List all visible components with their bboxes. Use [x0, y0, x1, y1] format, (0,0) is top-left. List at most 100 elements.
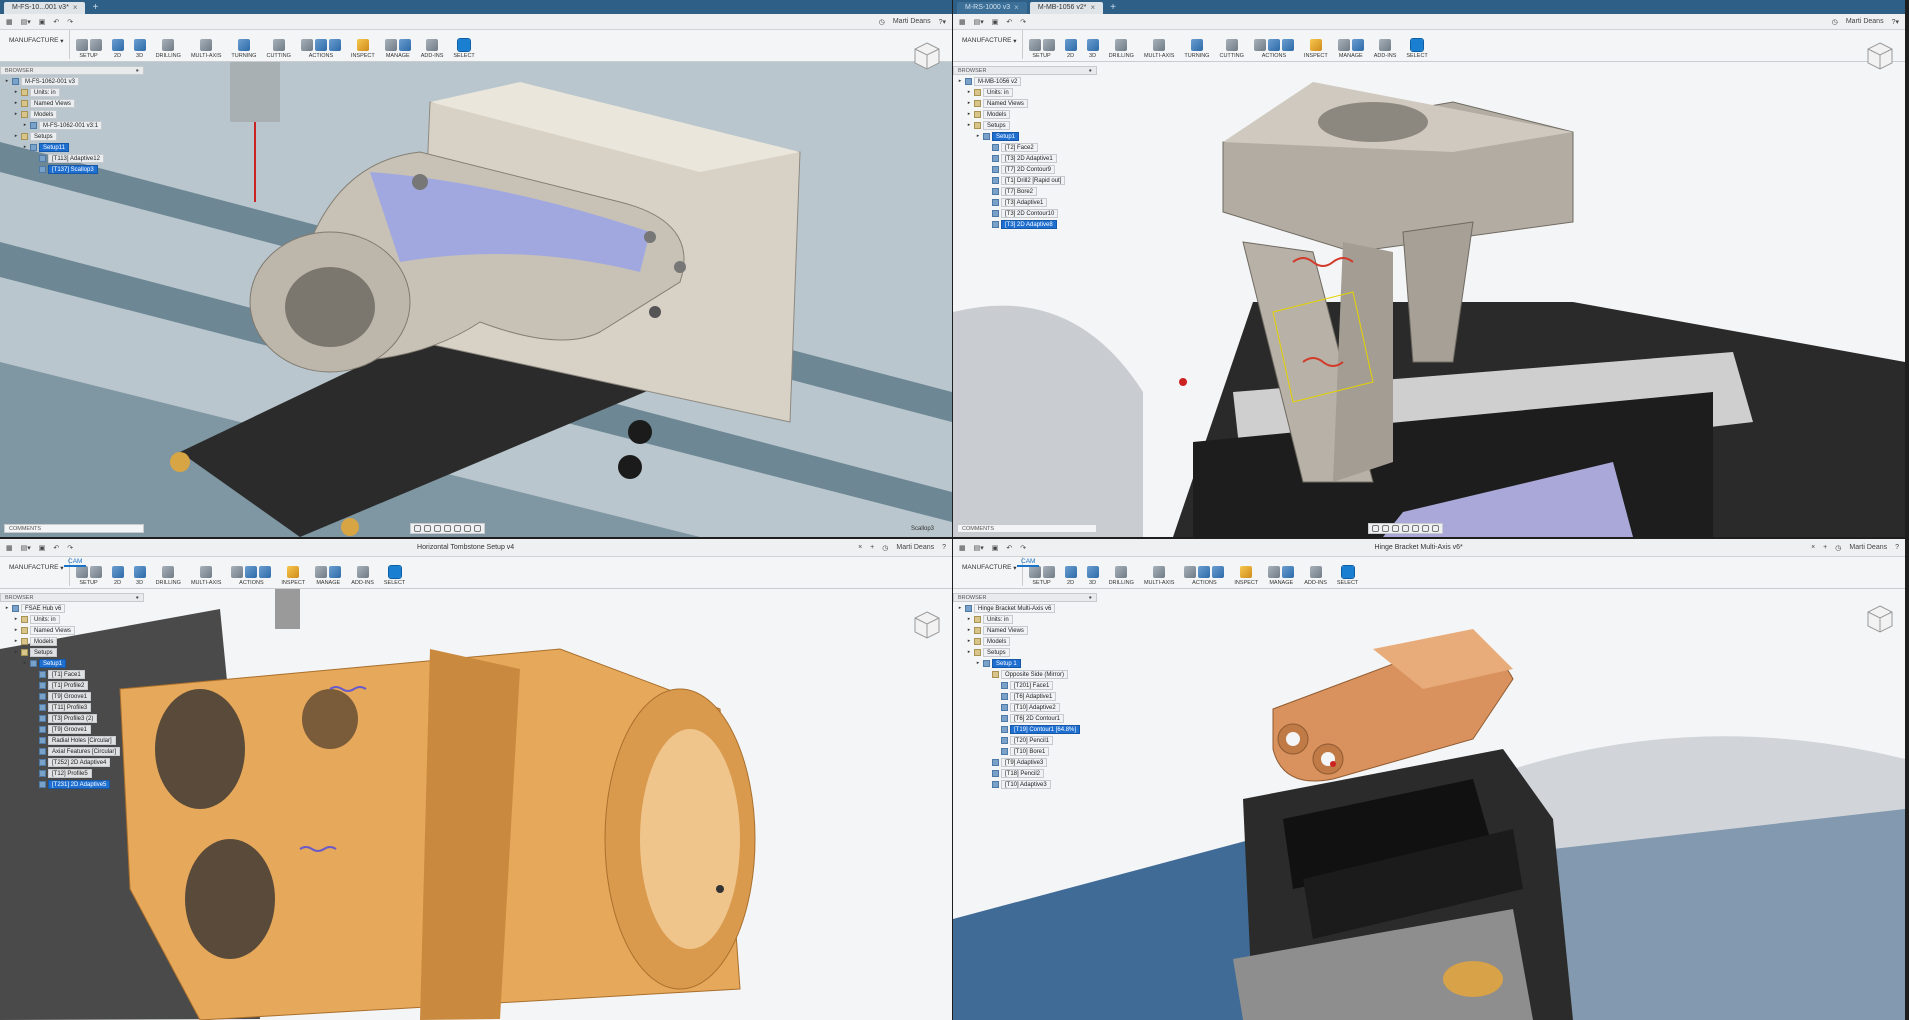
- expand-toggle-icon[interactable]: ▸: [13, 614, 19, 624]
- undo-icon[interactable]: ↶: [53, 18, 59, 26]
- browser-tree-node[interactable]: ▸ Models: [0, 109, 144, 119]
- tab-cam[interactable]: CAM: [64, 558, 87, 567]
- browser-tree-node[interactable]: ▸ Models: [953, 636, 1097, 646]
- ribbon-group-multi-axis[interactable]: MULTI-AXIS: [1140, 557, 1178, 586]
- pan-icon[interactable]: [424, 525, 431, 532]
- pin-icon[interactable]: ●: [1089, 594, 1092, 601]
- browser-tree-node[interactable]: Opposite Side (Mirror): [953, 669, 1097, 679]
- file-icon[interactable]: ▤▾: [21, 544, 31, 552]
- orbit-icon[interactable]: [414, 525, 421, 532]
- display-settings-icon[interactable]: [1412, 525, 1419, 532]
- ribbon-group-manage[interactable]: MANAGE: [381, 30, 415, 59]
- add-icon[interactable]: +: [870, 544, 874, 551]
- ribbon-group-drilling[interactable]: DRILLING: [152, 30, 185, 59]
- ribbon-group-select[interactable]: SELECT: [1402, 30, 1431, 59]
- browser-tree-node[interactable]: [T201] Face1: [953, 680, 1097, 690]
- viewports-icon[interactable]: [474, 525, 481, 532]
- ribbon-group-multi-axis[interactable]: MULTI-AXIS: [187, 557, 225, 586]
- browser-tree-node[interactable]: [T10] Adaptive2: [953, 702, 1097, 712]
- ribbon-group-add-ins[interactable]: ADD-INS: [417, 30, 448, 59]
- grid-menu-icon[interactable]: ▦: [6, 544, 13, 552]
- browser-tree-node[interactable]: [T9] Groove1: [0, 724, 144, 734]
- save-icon[interactable]: ▣: [39, 18, 46, 26]
- expand-toggle-icon[interactable]: ▸: [13, 636, 19, 646]
- browser-tree-node[interactable]: ▸ Units: in: [953, 87, 1097, 97]
- ribbon-group-select[interactable]: SELECT: [1333, 557, 1362, 586]
- ribbon-group-turning[interactable]: TURNING: [227, 30, 260, 59]
- pin-icon[interactable]: ●: [136, 594, 139, 601]
- browser-tree-node[interactable]: [T12] Profile5: [0, 768, 144, 778]
- clock-icon[interactable]: ◷: [1835, 544, 1841, 552]
- browser-tree-node[interactable]: [T7] 2D Contour9: [953, 164, 1097, 174]
- help-icon[interactable]: ?▾: [939, 18, 946, 26]
- browser-tree-node[interactable]: ▸ M-FS-1062-001 v3: [0, 76, 144, 86]
- close-icon[interactable]: ×: [858, 544, 862, 551]
- browser-tree-node[interactable]: ▸ Setup 1: [953, 658, 1097, 668]
- browser-tree-node[interactable]: ▸ Named Views: [953, 98, 1097, 108]
- browser-tree-node[interactable]: [T1] Profile2: [0, 680, 144, 690]
- ribbon-group-multi-axis[interactable]: MULTI-AXIS: [187, 30, 225, 59]
- browser-tree-node[interactable]: ▸ M-MB-1056 v2: [953, 76, 1097, 86]
- ribbon-group-select[interactable]: SELECT: [449, 30, 478, 59]
- ribbon-group-2d[interactable]: 2D: [1061, 557, 1081, 586]
- ribbon-group-2d[interactable]: 2D: [108, 30, 128, 59]
- browser-tree-node[interactable]: [T11] Profile3: [0, 702, 144, 712]
- save-icon[interactable]: ▣: [992, 18, 999, 26]
- browser-tree-node[interactable]: Axial Features [Circular]: [0, 746, 144, 756]
- grid-menu-icon[interactable]: ▦: [959, 544, 966, 552]
- ribbon-group-actions[interactable]: ACTIONS: [1250, 30, 1298, 59]
- ribbon-group-turning[interactable]: TURNING: [1180, 30, 1213, 59]
- expand-toggle-icon[interactable]: ▸: [4, 603, 10, 613]
- file-icon[interactable]: ▤▾: [974, 544, 984, 552]
- browser-tree-node[interactable]: ▸ Setup1: [953, 131, 1097, 141]
- ribbon-group-inspect[interactable]: INSPECT: [347, 30, 379, 59]
- browser-tree-node[interactable]: ▸ FSAE Hub v6: [0, 603, 144, 613]
- zoom-icon[interactable]: [434, 525, 441, 532]
- browser-tree-node[interactable]: [T3] 2D Adaptive1: [953, 153, 1097, 163]
- undo-icon[interactable]: ↶: [53, 544, 59, 552]
- redo-icon[interactable]: ↷: [67, 544, 73, 552]
- expand-toggle-icon[interactable]: ▸: [4, 76, 10, 86]
- browser-tree-node[interactable]: [T7] Bore2: [953, 186, 1097, 196]
- browser-tree-node[interactable]: ▸ Setup1: [0, 658, 144, 668]
- redo-icon[interactable]: ↷: [1020, 544, 1026, 552]
- ribbon-group-3d[interactable]: 3D: [1083, 557, 1103, 586]
- zoom-icon[interactable]: [1392, 525, 1399, 532]
- ribbon-group-2d[interactable]: 2D: [1061, 30, 1081, 59]
- ribbon-group-drilling[interactable]: DRILLING: [1105, 557, 1138, 586]
- ribbon-group-setup[interactable]: SETUP: [1025, 30, 1059, 59]
- ribbon-group-manage[interactable]: MANAGE: [1334, 30, 1368, 59]
- browser-tree-node[interactable]: ▸ Named Views: [0, 625, 144, 635]
- grid-menu-icon[interactable]: ▦: [959, 18, 966, 26]
- document-tab[interactable]: M-MB-1056 v2* ×: [1029, 2, 1104, 14]
- help-icon[interactable]: ?▾: [1892, 18, 1899, 26]
- browser-tree-node[interactable]: [T2] Face2: [953, 142, 1097, 152]
- close-icon[interactable]: ×: [1811, 544, 1815, 551]
- expand-toggle-icon[interactable]: ▸: [966, 625, 972, 635]
- expand-toggle-icon[interactable]: ▸: [966, 614, 972, 624]
- ribbon-group-3d[interactable]: 3D: [130, 30, 150, 59]
- tab-cam[interactable]: CAM: [1017, 558, 1040, 567]
- expand-toggle-icon[interactable]: ▸: [966, 636, 972, 646]
- browser-tree-node[interactable]: ▸ Named Views: [0, 98, 144, 108]
- browser-tree-node[interactable]: [T137] Scallop3: [0, 164, 144, 174]
- ribbon-group-inspect[interactable]: INSPECT: [277, 557, 309, 586]
- add-icon[interactable]: +: [1823, 544, 1827, 551]
- browser-tree-node[interactable]: ▸ Models: [0, 636, 144, 646]
- browser-header[interactable]: BROWSER ●: [0, 593, 144, 602]
- viewports-icon[interactable]: [1432, 525, 1439, 532]
- browser-tree-node[interactable]: [T9] Adaptive3: [953, 757, 1097, 767]
- expand-toggle-icon[interactable]: ▸: [22, 120, 28, 130]
- browser-tree-node[interactable]: ▸ Setups: [953, 647, 1097, 657]
- expand-toggle-icon[interactable]: ▸: [975, 658, 981, 668]
- browser-tree-node[interactable]: ▸ Setups: [0, 131, 144, 141]
- comments-panel[interactable]: COMMENTS: [957, 524, 1097, 533]
- browser-tree-node[interactable]: [T3] 2D Adaptive8: [953, 219, 1097, 229]
- expand-toggle-icon[interactable]: ▸: [975, 131, 981, 141]
- fit-icon[interactable]: [444, 525, 451, 532]
- expand-toggle-icon[interactable]: ▸: [13, 109, 19, 119]
- expand-toggle-icon[interactable]: ▸: [966, 98, 972, 108]
- new-tab-icon[interactable]: +: [88, 2, 102, 14]
- expand-toggle-icon[interactable]: ▸: [957, 603, 963, 613]
- ribbon-group-2d[interactable]: 2D: [108, 557, 128, 586]
